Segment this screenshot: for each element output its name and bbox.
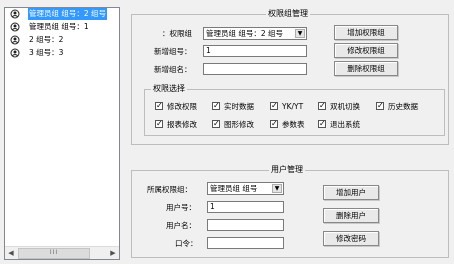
group-icon	[10, 22, 20, 32]
user-group-select[interactable]: 管理员组 组号 ▼	[207, 182, 284, 195]
user-management-title: 用户管理	[269, 165, 305, 175]
checkbox-exit-system[interactable]: ✓ 退出系统	[318, 119, 360, 130]
tree-list: 管理员组 组号：2 组号 管理员组 组号：1 2 组号：2 3 组号：3	[5, 8, 119, 60]
user-name-label: 用户名：	[166, 221, 196, 230]
horizontal-scrollbar[interactable]: ◀ III ▶	[5, 246, 119, 259]
checkbox-parameter-table[interactable]: ✓ 参数表	[270, 119, 305, 130]
new-group-name-label: 新增组名：	[154, 65, 192, 74]
check-icon: ✓	[318, 119, 326, 128]
new-group-name-field[interactable]	[203, 63, 307, 75]
add-user-button[interactable]: 增加用户	[323, 185, 379, 200]
tree-item-label: 管理员组 组号：1	[29, 22, 89, 31]
scroll-left-icon[interactable]: ◀	[5, 247, 17, 259]
check-icon: ✓	[270, 101, 278, 110]
checkbox-graphic-modify[interactable]: ✓ 图形修改	[212, 119, 254, 130]
change-password-button[interactable]: 修改密码	[323, 231, 379, 246]
new-group-id-field[interactable]: 1	[203, 45, 307, 57]
checkbox-modify-permission[interactable]: ✓ 修改权限	[155, 101, 197, 112]
checkbox-dual-switch[interactable]: ✓ 双机切换	[318, 101, 360, 112]
tree-item[interactable]: 管理员组 组号：1	[5, 21, 119, 34]
permission-group-label: ：权限组	[162, 29, 192, 38]
scroll-thumb[interactable]: III	[18, 248, 90, 259]
group-icon	[10, 9, 20, 19]
group-icon	[10, 48, 20, 58]
tree-item[interactable]: 管理员组 组号：2 组号	[5, 8, 119, 21]
checkbox-history-data[interactable]: ✓ 历史数据	[376, 101, 418, 112]
checkbox-yk-yt[interactable]: ✓ YK/YT	[270, 101, 303, 112]
group-tree[interactable]: 管理员组 组号：2 组号 管理员组 组号：1 2 组号：2 3 组号：3 ◀ I…	[4, 7, 120, 260]
permission-select-title: 权限选择	[151, 84, 187, 94]
check-icon: ✓	[155, 101, 163, 110]
check-icon: ✓	[376, 101, 384, 110]
tree-item-label: 2 组号：2	[29, 35, 64, 44]
add-permission-group-button[interactable]: 增加权限组	[334, 25, 398, 40]
check-icon: ✓	[212, 119, 220, 128]
user-group-label: 所属权限组：	[147, 185, 192, 194]
password-label: 口令：	[175, 239, 198, 248]
checkbox-realtime-data[interactable]: ✓ 实时数据	[212, 101, 254, 112]
check-icon: ✓	[318, 101, 326, 110]
chevron-down-icon[interactable]: ▼	[295, 29, 305, 38]
tree-item[interactable]: 2 组号：2	[5, 34, 119, 47]
delete-permission-group-button[interactable]: 删除权限组	[334, 61, 398, 76]
scroll-right-icon[interactable]: ▶	[107, 247, 119, 259]
chevron-down-icon[interactable]: ▼	[272, 184, 282, 193]
password-field[interactable]	[207, 237, 284, 249]
user-id-field[interactable]: 1	[207, 201, 284, 213]
permission-group-select-value: 管理员组 组号：2 组号	[206, 29, 284, 38]
modify-permission-group-button[interactable]: 修改权限组	[334, 43, 398, 58]
user-id-label: 用户号：	[166, 203, 196, 212]
group-icon	[10, 35, 20, 45]
user-group-select-value: 管理员组 组号	[210, 184, 258, 193]
checkbox-report-modify[interactable]: ✓ 报表修改	[155, 119, 197, 130]
tree-item-label: 管理员组 组号：2 组号	[28, 8, 108, 20]
new-group-id-label: 新增组号：	[154, 47, 192, 56]
check-icon: ✓	[155, 119, 163, 128]
check-icon: ✓	[212, 101, 220, 110]
delete-user-button[interactable]: 删除用户	[323, 208, 379, 223]
tree-item-label: 3 组号：3	[29, 48, 64, 57]
user-name-field[interactable]	[207, 219, 284, 231]
permission-group-title: 权限组管理	[266, 9, 310, 19]
check-icon: ✓	[270, 119, 278, 128]
tree-item[interactable]: 3 组号：3	[5, 47, 119, 60]
permission-group-select[interactable]: 管理员组 组号：2 组号 ▼	[203, 27, 307, 40]
